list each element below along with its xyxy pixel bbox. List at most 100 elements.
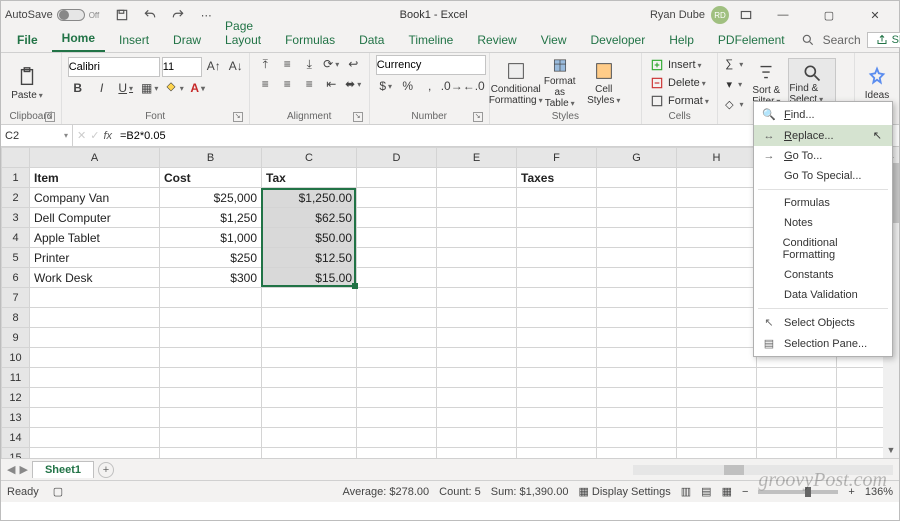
cell[interactable] — [677, 328, 757, 348]
cell[interactable]: $62.50 — [262, 208, 357, 228]
cell[interactable] — [597, 368, 677, 388]
row-header[interactable]: 15 — [2, 448, 30, 459]
cell[interactable] — [437, 328, 517, 348]
cell[interactable]: Work Desk — [30, 268, 160, 288]
cell[interactable] — [30, 328, 160, 348]
menu-data-validation[interactable]: Data Validation — [754, 285, 892, 305]
cell[interactable] — [437, 368, 517, 388]
cell[interactable]: Dell Computer — [30, 208, 160, 228]
tab-view[interactable]: View — [531, 29, 577, 52]
qat-more-icon[interactable]: ⋯ — [195, 4, 217, 26]
decrease-indent-icon[interactable]: ⇤ — [321, 75, 341, 93]
cell[interactable] — [160, 288, 262, 308]
cell[interactable]: $12.50 — [262, 248, 357, 268]
cell[interactable] — [597, 248, 677, 268]
sheet-nav-prev-icon[interactable]: ◀ — [7, 463, 15, 476]
cell[interactable] — [262, 288, 357, 308]
clear-button[interactable]: ◇ — [724, 95, 744, 113]
row-header[interactable]: 10 — [2, 348, 30, 368]
cell[interactable] — [437, 308, 517, 328]
cell[interactable] — [597, 388, 677, 408]
autosave-toggle[interactable]: AutoSave Off — [5, 9, 99, 21]
cell[interactable] — [677, 408, 757, 428]
number-format-select[interactable] — [376, 55, 486, 75]
col-header[interactable]: A — [30, 148, 160, 168]
row-header[interactable]: 13 — [2, 408, 30, 428]
name-box[interactable]: C2 — [1, 125, 73, 146]
cell[interactable] — [597, 308, 677, 328]
cell[interactable] — [437, 408, 517, 428]
cell[interactable] — [357, 268, 437, 288]
align-top-icon[interactable]: ⤒ — [255, 55, 275, 73]
cell[interactable] — [357, 248, 437, 268]
cell[interactable] — [517, 428, 597, 448]
zoom-out-button[interactable]: − — [742, 486, 748, 498]
cell[interactable] — [357, 188, 437, 208]
cell[interactable] — [517, 448, 597, 459]
cell[interactable] — [262, 408, 357, 428]
cell[interactable] — [30, 288, 160, 308]
cell[interactable] — [160, 428, 262, 448]
cell[interactable] — [597, 428, 677, 448]
increase-decimal-icon[interactable]: .0→ — [442, 77, 462, 95]
cell[interactable] — [597, 288, 677, 308]
zoom-in-button[interactable]: + — [848, 486, 854, 498]
cell[interactable]: $300 — [160, 268, 262, 288]
align-bottom-icon[interactable]: ⤓ — [299, 55, 319, 73]
enter-formula-icon[interactable]: ✓ — [90, 129, 99, 142]
tab-pdfelement[interactable]: PDFelement — [708, 29, 795, 52]
cell[interactable] — [757, 388, 837, 408]
menu-selection-pane[interactable]: ▤Selection Pane... — [754, 333, 892, 354]
cell[interactable] — [517, 208, 597, 228]
cell[interactable] — [357, 388, 437, 408]
scroll-thumb[interactable] — [724, 465, 744, 475]
cell[interactable] — [677, 188, 757, 208]
cell[interactable] — [160, 348, 262, 368]
col-header[interactable]: C — [262, 148, 357, 168]
record-macro-icon[interactable]: ▢ — [53, 485, 63, 498]
cell[interactable] — [437, 348, 517, 368]
cell[interactable] — [262, 328, 357, 348]
zoom-level[interactable]: 136% — [865, 486, 893, 498]
cell[interactable] — [357, 288, 437, 308]
bold-button[interactable]: B — [68, 79, 88, 97]
avatar[interactable]: RD — [711, 6, 729, 24]
maximize-button[interactable]: ▢ — [809, 1, 849, 29]
cell[interactable] — [262, 368, 357, 388]
cell[interactable] — [357, 448, 437, 459]
redo-icon[interactable] — [167, 4, 189, 26]
row-header[interactable]: 1 — [2, 168, 30, 188]
cell[interactable] — [677, 368, 757, 388]
cell[interactable]: $15.00 — [262, 268, 357, 288]
autosum-button[interactable]: ∑ — [724, 55, 744, 73]
cell[interactable] — [757, 448, 837, 459]
cell[interactable] — [597, 268, 677, 288]
cell[interactable]: $250 — [160, 248, 262, 268]
cell[interactable] — [677, 268, 757, 288]
cell[interactable] — [262, 348, 357, 368]
dialog-launcher-icon[interactable]: ↘ — [233, 112, 243, 122]
sheet-tab[interactable]: Sheet1 — [32, 461, 94, 478]
cell[interactable] — [262, 448, 357, 459]
tab-home[interactable]: Home — [52, 27, 105, 52]
row-header[interactable]: 2 — [2, 188, 30, 208]
fill-handle-icon[interactable] — [352, 283, 358, 289]
border-icon[interactable]: ▦ — [140, 79, 160, 97]
view-page-layout-icon[interactable]: ▤ — [701, 485, 711, 498]
cell[interactable] — [30, 428, 160, 448]
cell[interactable] — [597, 188, 677, 208]
row-header[interactable]: 9 — [2, 328, 30, 348]
tab-data[interactable]: Data — [349, 29, 394, 52]
cell[interactable] — [597, 328, 677, 348]
row-header[interactable]: 4 — [2, 228, 30, 248]
cell[interactable]: Company Van — [30, 188, 160, 208]
tab-timeline[interactable]: Timeline — [398, 29, 463, 52]
cell[interactable] — [757, 428, 837, 448]
cell[interactable]: Taxes — [517, 168, 597, 188]
merge-icon[interactable]: ⬌ — [343, 75, 363, 93]
cell[interactable] — [160, 368, 262, 388]
tab-review[interactable]: Review — [467, 29, 526, 52]
menu-find[interactable]: 🔍Find... — [754, 104, 892, 125]
menu-constants[interactable]: Constants — [754, 265, 892, 285]
align-right-icon[interactable]: ≡ — [299, 75, 319, 93]
